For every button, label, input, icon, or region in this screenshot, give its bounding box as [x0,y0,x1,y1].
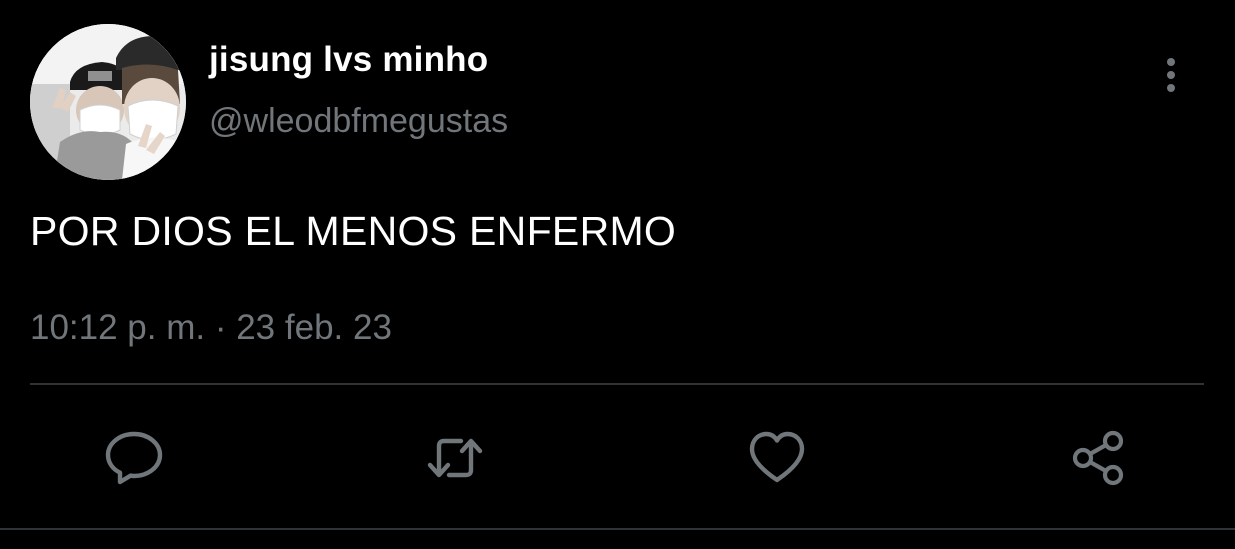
share-button[interactable] [1069,428,1129,488]
display-name[interactable]: jisung lvs minho [209,40,488,80]
like-button[interactable] [747,428,807,488]
reply-icon [105,431,163,485]
avatar[interactable] [30,24,186,180]
more-vertical-icon [1167,58,1175,92]
reply-button[interactable] [104,428,164,488]
retweet-button[interactable] [425,428,485,488]
divider [30,383,1204,385]
avatar-photo [30,24,186,180]
tweet-date[interactable]: 23 feb. 23 [236,308,392,347]
retweet-icon [427,438,483,478]
more-options-button[interactable] [1150,52,1192,98]
tweet-card: jisung lvs minho @wleodbfmegustas POR DI… [0,0,1235,549]
tweet-timestamp: 10:12 p. m. · 23 feb. 23 [30,308,392,348]
divider [0,528,1235,530]
tweet-time[interactable]: 10:12 p. m. [30,308,205,347]
tweet-text: POR DIOS EL MENOS ENFERMO [30,208,677,254]
username-handle[interactable]: @wleodbfmegustas [209,102,508,141]
heart-icon [749,431,805,483]
share-icon [1072,430,1124,486]
timestamp-separator: · [205,308,237,347]
